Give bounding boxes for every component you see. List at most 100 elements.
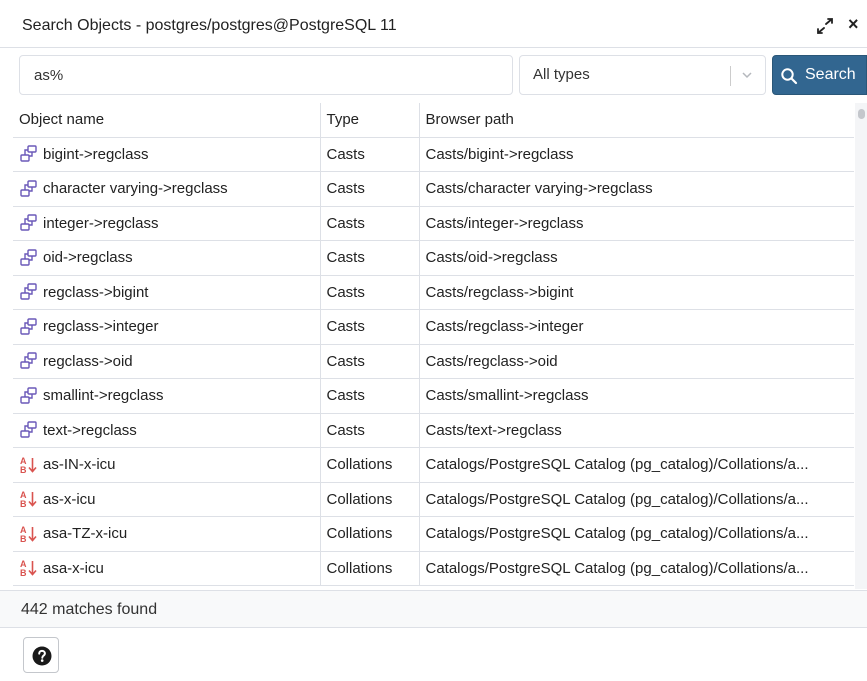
object-name-cell[interactable]: AB as-IN-x-icu [13,447,321,483]
select-separator [730,66,731,86]
object-name-cell[interactable]: AB asa-x-icu [13,550,321,586]
object-name: smallint->regclass [43,387,164,405]
cast-icon [19,420,39,440]
object-type-cell[interactable]: Casts [319,136,420,172]
object-name-cell[interactable]: text->regclass [13,412,321,448]
table-row[interactable]: character varying->regclass Casts Casts/… [13,171,854,207]
status-bar: 442 matches found [0,590,867,628]
browser-path-cell[interactable]: Casts/bigint->regclass [418,136,854,172]
chevron-down-icon[interactable] [740,68,754,82]
cast-icon [19,213,39,233]
object-type-cell[interactable]: Casts [319,412,420,448]
object-type-cell[interactable]: Casts [319,274,420,310]
object-name-cell[interactable]: smallint->regclass [13,378,321,414]
object-name: regclass->bigint [43,283,149,301]
object-type-cell[interactable]: Casts [319,240,420,276]
object-name: as-IN-x-icu [43,456,116,474]
cast-icon [19,351,39,371]
object-name: bigint->regclass [43,145,149,163]
table-row[interactable]: text->regclass Casts Casts/text->regclas… [13,412,854,448]
cast-icon [19,179,39,199]
object-name: oid->regclass [43,249,133,267]
object-name-cell[interactable]: oid->regclass [13,240,321,276]
search-button[interactable]: Search [772,55,867,95]
object-name: asa-TZ-x-icu [43,525,128,543]
browser-path-cell[interactable]: Casts/regclass->bigint [418,274,854,310]
column-header-object-name[interactable]: Object name [13,103,321,138]
table-row[interactable]: regclass->integer Casts Casts/regclass->… [13,309,854,345]
table-row[interactable]: smallint->regclass Casts Casts/smallint-… [13,378,854,414]
browser-path-cell[interactable]: Catalogs/PostgreSQL Catalog (pg_catalog)… [418,447,854,483]
svg-text:B: B [20,534,27,544]
collation-sort-icon: AB [19,558,39,578]
object-type-cell[interactable]: Collations [319,516,420,552]
object-type-cell[interactable]: Collations [319,481,420,517]
table-row[interactable]: AB as-IN-x-icu Collations Catalogs/Postg… [13,447,854,483]
object-type-cell[interactable]: Collations [319,550,420,586]
table-row[interactable]: bigint->regclass Casts Casts/bigint->reg… [13,136,854,172]
search-input[interactable] [19,55,513,95]
column-header-type[interactable]: Type [319,103,420,138]
collation-sort-icon: AB [19,455,39,475]
object-name-cell[interactable]: regclass->bigint [13,274,321,310]
match-count: 442 matches found [21,601,158,618]
dialog-title: Search Objects - postgres/postgres@Postg… [22,17,397,34]
object-type-cell[interactable]: Casts [319,378,420,414]
object-type-cell[interactable]: Collations [319,447,420,483]
search-icon [780,67,798,85]
object-type-cell[interactable]: Casts [319,205,420,241]
object-name: character varying->regclass [43,180,228,198]
browser-path-cell[interactable]: Catalogs/PostgreSQL Catalog (pg_catalog)… [418,550,854,586]
table-row[interactable]: AB asa-x-icu Collations Catalogs/Postgre… [13,550,854,586]
collation-sort-icon: AB [19,489,39,509]
object-name-cell[interactable]: AB as-x-icu [13,481,321,517]
object-type-cell[interactable]: Casts [319,309,420,345]
table-row[interactable]: regclass->bigint Casts Casts/regclass->b… [13,274,854,310]
table-row[interactable]: AB as-x-icu Collations Catalogs/PostgreS… [13,481,854,517]
browser-path-cell[interactable]: Casts/smallint->regclass [418,378,854,414]
svg-text:B: B [20,499,27,509]
column-header-browser-path[interactable]: Browser path [418,103,854,138]
browser-path-cell[interactable]: Casts/regclass->integer [418,309,854,345]
results-table: Object name Type Browser path bigint->re… [13,103,854,586]
object-name-cell[interactable]: regclass->oid [13,343,321,379]
browser-path-cell[interactable]: Casts/text->regclass [418,412,854,448]
browser-path-cell[interactable]: Catalogs/PostgreSQL Catalog (pg_catalog)… [418,516,854,552]
browser-path-cell[interactable]: Catalogs/PostgreSQL Catalog (pg_catalog)… [418,481,854,517]
object-type-cell[interactable]: Casts [319,171,420,207]
svg-text:B: B [20,465,27,475]
results-grid[interactable]: Object name Type Browser path bigint->re… [13,103,854,589]
cast-icon [19,248,39,268]
object-name-cell[interactable]: regclass->integer [13,309,321,345]
maximize-icon[interactable] [816,18,834,34]
object-name-cell[interactable]: character varying->regclass [13,171,321,207]
object-type-cell[interactable]: Casts [319,343,420,379]
object-name-cell[interactable]: bigint->regclass [13,136,321,172]
browser-path-cell[interactable]: Casts/integer->regclass [418,205,854,241]
help-icon [32,646,52,666]
table-row[interactable]: regclass->oid Casts Casts/regclass->oid [13,343,854,379]
table-row[interactable]: oid->regclass Casts Casts/oid->regclass [13,240,854,276]
browser-path-cell[interactable]: Casts/character varying->regclass [418,171,854,207]
table-row[interactable]: AB asa-TZ-x-icu Collations Catalogs/Post… [13,516,854,552]
search-button-label: Search [805,66,856,83]
table-row[interactable]: integer->regclass Casts Casts/integer->r… [13,205,854,241]
object-name: regclass->oid [43,352,133,370]
object-name: text->regclass [43,421,137,439]
object-name: asa-x-icu [43,559,104,577]
help-button[interactable] [23,637,59,673]
browser-path-cell[interactable]: Casts/regclass->oid [418,343,854,379]
object-name-cell[interactable]: AB asa-TZ-x-icu [13,516,321,552]
search-objects-dialog: Search Objects - postgres/postgres@Postg… [0,0,867,681]
collation-sort-icon: AB [19,524,39,544]
object-name: integer->regclass [43,214,159,232]
type-filter-select[interactable]: All types [519,55,766,95]
scrollbar-thumb[interactable] [858,109,865,119]
type-filter-value: All types [533,66,590,83]
vertical-scrollbar[interactable] [855,103,867,589]
close-icon[interactable]: × [848,14,862,34]
object-name-cell[interactable]: integer->regclass [13,205,321,241]
cast-icon [19,317,39,337]
browser-path-cell[interactable]: Casts/oid->regclass [418,240,854,276]
dialog-titlebar[interactable]: Search Objects - postgres/postgres@Postg… [0,0,867,48]
